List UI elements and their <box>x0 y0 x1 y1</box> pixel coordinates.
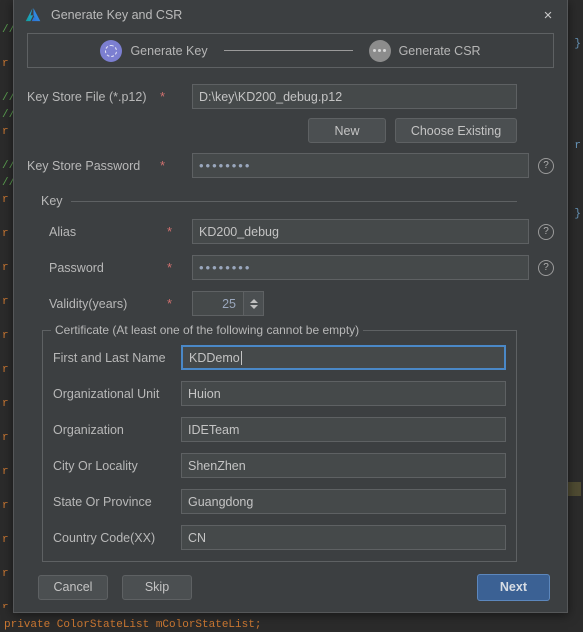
certificate-field-input[interactable]: KDDemo <box>181 345 506 370</box>
step-pending-dots-icon <box>368 39 391 62</box>
key-store-file-buttons-row: New Choose Existing <box>27 118 554 143</box>
certificate-field-input[interactable]: ShenZhen <box>181 453 506 478</box>
certificate-fields: First and Last Name KDDemo Organizational … <box>53 345 506 550</box>
alias-label: Alias <box>49 224 77 239</box>
text-caret <box>240 350 242 365</box>
certificate-field-label: Country Code(XX) <box>53 530 156 545</box>
alias-input[interactable]: KD200_debug <box>192 219 529 244</box>
ide-bottom-code-text: private ColorStateList mColorStateList; <box>4 619 262 631</box>
validity-row: Validity(years) * 25 <box>27 291 554 316</box>
generate-key-and-csr-dialog: Generate Key and CSR × Generate Key Gene… <box>13 0 568 613</box>
certificate-field-row: Organizational Unit Huion <box>53 381 506 406</box>
validity-stepper-arrows[interactable] <box>243 292 263 315</box>
validity-required-marker: * <box>167 296 173 311</box>
dialog-footer: Cancel Skip Next <box>14 562 567 612</box>
new-button[interactable]: New <box>308 118 386 143</box>
certificate-field-input[interactable]: IDETeam <box>181 417 506 442</box>
certificate-legend: Certificate (At least one of the followi… <box>51 323 364 337</box>
step-generate-csr-label: Generate CSR <box>398 43 481 58</box>
key-password-label: Password <box>49 260 104 275</box>
key-store-password-label: Key Store Password <box>27 158 141 173</box>
certificate-field-label: City Or Locality <box>53 458 138 473</box>
key-store-file-row: Key Store File (*.p12) * D:\key\KD200_de… <box>27 84 554 109</box>
step-generate-key-label: Generate Key <box>130 43 208 58</box>
certificate-field-row: First and Last Name KDDemo <box>53 345 506 370</box>
validity-label: Validity(years) <box>49 296 128 311</box>
certificate-field-input[interactable]: Huion <box>181 381 506 406</box>
wizard-stepper: Generate Key Generate CSR <box>27 33 554 68</box>
certificate-field-label: Organization <box>53 422 124 437</box>
generate-key-form: Key Store File (*.p12) * D:\key\KD200_de… <box>14 68 567 562</box>
key-section-label: Key <box>41 194 63 208</box>
dialog-title: Generate Key and CSR <box>51 8 183 22</box>
step-generate-key[interactable]: Generate Key <box>100 39 208 62</box>
key-store-password-required-marker: * <box>160 158 166 173</box>
dialog-titlebar: Generate Key and CSR × <box>14 0 567 30</box>
certificate-field-input[interactable]: CN <box>181 525 506 550</box>
stepper-connector-line <box>223 50 353 51</box>
close-icon[interactable]: × <box>535 3 561 27</box>
certificate-field-row: Country Code(XX) CN <box>53 525 506 550</box>
alias-row: Alias * KD200_debug ? <box>27 219 554 244</box>
next-button[interactable]: Next <box>476 573 550 601</box>
key-section-header: Key <box>27 194 554 208</box>
step-active-spinner-icon <box>100 39 123 62</box>
ide-code-fragment: } <box>574 38 581 50</box>
validity-input[interactable]: 25 <box>193 292 243 315</box>
choose-existing-button[interactable]: Choose Existing <box>395 118 517 143</box>
certificate-field-label: State Or Province <box>53 494 152 509</box>
certificate-fieldset: Certificate (At least one of the followi… <box>42 323 517 562</box>
cancel-button[interactable]: Cancel <box>38 574 108 600</box>
help-circle-icon-key-password[interactable]: ? <box>538 259 554 276</box>
certificate-field-row: State Or Province Guangdong <box>53 489 506 514</box>
certificate-field-input[interactable]: Guangdong <box>181 489 506 514</box>
ide-code-fragment: } <box>574 208 581 220</box>
chevron-up-icon[interactable] <box>249 298 258 303</box>
validity-stepper[interactable]: 25 <box>192 291 264 316</box>
alias-required-marker: * <box>167 224 173 239</box>
certificate-field-row: City Or Locality ShenZhen <box>53 453 506 478</box>
key-password-input[interactable]: •••••••• <box>192 255 529 280</box>
certificate-field-label: First and Last Name <box>53 350 166 365</box>
ide-code-fragment: r <box>574 140 581 152</box>
key-password-row: Password * •••••••• ? <box>27 255 554 280</box>
key-password-required-marker: * <box>167 260 173 275</box>
key-store-file-input[interactable]: D:\key\KD200_debug.p12 <box>192 84 517 109</box>
certificate-field-label: Organizational Unit <box>53 386 160 401</box>
help-circle-icon-alias[interactable]: ? <box>538 223 554 240</box>
key-store-file-required-marker: * <box>160 89 166 104</box>
key-store-file-label: Key Store File (*.p12) <box>27 89 147 104</box>
skip-button[interactable]: Skip <box>122 574 192 600</box>
chevron-down-icon[interactable] <box>249 304 258 309</box>
step-generate-csr[interactable]: Generate CSR <box>368 39 481 62</box>
help-circle-icon-key-store-password[interactable]: ? <box>538 157 554 174</box>
certificate-field-row: Organization IDETeam <box>53 417 506 442</box>
key-store-password-row: Key Store Password * •••••••• ? <box>27 153 554 178</box>
key-store-password-input[interactable]: •••••••• <box>192 153 529 178</box>
android-studio-logo-icon <box>25 8 41 22</box>
